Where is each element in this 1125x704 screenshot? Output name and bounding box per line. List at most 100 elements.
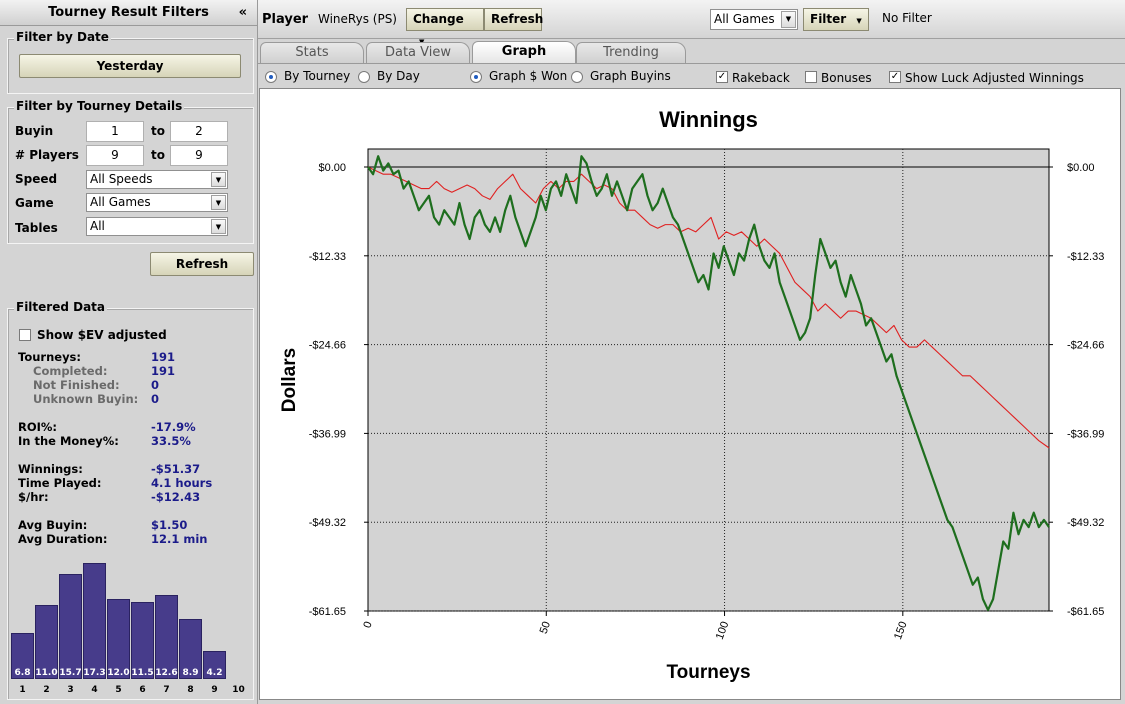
histogram-category-label: 1 xyxy=(19,685,26,695)
filter-sidebar: Tourney Result Filters « Filter by Date … xyxy=(0,0,258,704)
view-tabs: Stats Data View Graph Trending xyxy=(258,40,1125,63)
y-tick-label-right: -$61.65 xyxy=(1067,606,1104,618)
bonuses-label: Bonuses xyxy=(821,71,872,85)
dropdown-arrow-icon: ▼ xyxy=(211,195,226,210)
rakeback-checkbox[interactable]: ✓ xyxy=(716,71,728,83)
filter-by-tourney-details-group: Filter by Tourney Details Buyin 1 to 2 #… xyxy=(7,99,254,244)
players-to-input[interactable]: 9 xyxy=(170,145,228,166)
winnings-chart-panel: Winnings Tourneys Dollars $0.00 $0.00 -$12.33… xyxy=(259,88,1121,700)
y-tick-label-right: -$12.33 xyxy=(1067,251,1104,263)
luck-adjusted-checkbox[interactable]: ✓ xyxy=(889,71,901,83)
sidebar-header: Tourney Result Filters « xyxy=(0,0,257,26)
tables-select[interactable]: All ▼ xyxy=(86,217,228,236)
y-tick-label-left: $0.00 xyxy=(318,162,346,174)
y-tick-label-right: -$36.99 xyxy=(1067,428,1104,440)
histogram-value-label: 11.0 xyxy=(35,668,58,678)
toolbar-refresh-button[interactable]: Refresh xyxy=(484,8,543,31)
chart-title: Winnings xyxy=(659,107,758,132)
histogram-value-label: 15.7 xyxy=(59,668,82,678)
dropdown-arrow-icon: ▼ xyxy=(211,219,226,234)
dropdown-arrow-icon: ▼ xyxy=(781,11,796,28)
speed-select[interactable]: All Speeds ▼ xyxy=(86,170,228,189)
histogram-category-label: 5 xyxy=(115,685,122,695)
buyin-to-input[interactable]: 2 xyxy=(170,121,228,142)
y-tick-label-left: -$24.66 xyxy=(309,340,346,352)
collapse-icon[interactable]: « xyxy=(239,0,247,26)
y-axis-title: Dollars xyxy=(279,348,300,412)
histogram-bar xyxy=(59,573,82,679)
y-tick-label-left: -$49.32 xyxy=(309,517,346,529)
game-label: Game xyxy=(15,196,54,210)
histogram-value-label: 6.8 xyxy=(14,668,31,678)
histogram-category-label: 3 xyxy=(67,685,74,695)
histogram-value-label: 12.6 xyxy=(155,668,178,678)
by-day-label: By Day xyxy=(377,69,420,83)
sidebar-refresh-button[interactable]: Refresh xyxy=(150,252,254,276)
histogram-value-label: 4.2 xyxy=(206,668,223,678)
luck-adjusted-label: Show Luck Adjusted Winnings xyxy=(905,71,1084,85)
game-select[interactable]: All Games ▼ xyxy=(86,193,228,212)
histogram-category-label: 2 xyxy=(43,685,50,695)
by-tourney-radio[interactable] xyxy=(265,71,277,83)
sidebar-title: Tourney Result Filters xyxy=(48,5,209,20)
players-label: # Players xyxy=(15,148,79,162)
game-select-value: All Games xyxy=(90,195,151,209)
graph-options-bar: By Tourney By Day Graph $ Won Graph Buyi… xyxy=(258,63,1125,88)
graph-won-radio[interactable] xyxy=(470,71,482,83)
yesterday-button[interactable]: Yesterday xyxy=(19,54,241,78)
histogram-value-label: 17.3 xyxy=(83,668,106,678)
tables-select-value: All xyxy=(90,219,105,233)
winnings-chart: Winnings Tourneys Dollars $0.00 $0.00 -$12.33… xyxy=(279,107,1104,683)
y-tick-label-left: -$61.65 xyxy=(309,606,346,618)
histogram-value-label: 12.0 xyxy=(107,668,130,678)
histogram-category-label: 7 xyxy=(163,685,170,695)
speed-label: Speed xyxy=(15,172,58,186)
y-tick-label-right: $0.00 xyxy=(1067,162,1095,174)
player-label: Player xyxy=(262,12,309,27)
filter-button-label: Filter xyxy=(810,12,847,26)
y-tick-label-left: -$12.33 xyxy=(309,251,346,263)
buyin-from-input[interactable]: 1 xyxy=(86,121,144,142)
histogram-category-label: 4 xyxy=(91,685,98,695)
histogram-value-label: 8.9 xyxy=(182,668,199,678)
game-filter-value: All Games xyxy=(714,12,775,26)
histogram-bar xyxy=(83,563,106,679)
plot-area xyxy=(367,148,1050,612)
graph-buyins-radio[interactable] xyxy=(571,71,583,83)
histogram-category-label: 8 xyxy=(187,685,194,695)
dropdown-arrow-icon: ▼ xyxy=(211,172,226,187)
histogram: 6.8 1 11.0 2 15.7 3 17.3 4 12.0 5 11.5 6 12.6 7 8.9 8 4.… xyxy=(8,309,255,701)
filter-by-date-title: Filter by Date xyxy=(14,30,111,44)
players-from-input[interactable]: 9 xyxy=(86,145,144,166)
graph-buyins-label: Graph Buyins xyxy=(590,69,671,83)
game-filter-select[interactable]: All Games ▼ xyxy=(710,9,798,30)
player-name: WineRys (PS) xyxy=(318,12,397,26)
filter-by-date-group: Filter by Date Yesterday xyxy=(7,30,254,94)
filter-by-tourney-details-title: Filter by Tourney Details xyxy=(14,99,185,113)
graph-won-label: Graph $ Won xyxy=(489,69,568,83)
speed-select-value: All Speeds xyxy=(90,172,153,186)
by-tourney-label: By Tourney xyxy=(284,69,351,83)
change-button-label: Change xyxy=(413,12,464,26)
histogram-category-label: 9 xyxy=(211,685,218,695)
x-tick-label: 100 xyxy=(714,620,732,641)
tab-stats[interactable]: Stats xyxy=(260,42,364,63)
change-player-button[interactable]: Change ▼ xyxy=(406,8,484,46)
tab-data-view[interactable]: Data View xyxy=(366,42,470,63)
filter-status: No Filter xyxy=(882,11,932,25)
x-tick-label: 0 xyxy=(361,620,374,630)
bonuses-checkbox[interactable] xyxy=(805,71,817,83)
y-tick-label-right: -$49.32 xyxy=(1067,517,1104,529)
filtered-data-group: Filtered Data Show $EV adjusted Tourneys… xyxy=(7,300,255,701)
by-day-radio[interactable] xyxy=(358,71,370,83)
chevron-down-icon: ▼ xyxy=(856,17,862,25)
histogram-bar xyxy=(155,594,178,679)
filter-button[interactable]: Filter ▼ xyxy=(803,8,869,31)
tab-trending[interactable]: Trending xyxy=(576,42,686,63)
tab-graph[interactable]: Graph xyxy=(472,41,576,63)
x-tick-label: 50 xyxy=(538,620,553,636)
player-toolbar: Player WineRys (PS) Change ▼ Refresh All… xyxy=(258,0,1125,46)
buyin-to-label: to xyxy=(151,124,165,138)
players-to-label: to xyxy=(151,148,165,162)
histogram-bar xyxy=(107,598,130,679)
